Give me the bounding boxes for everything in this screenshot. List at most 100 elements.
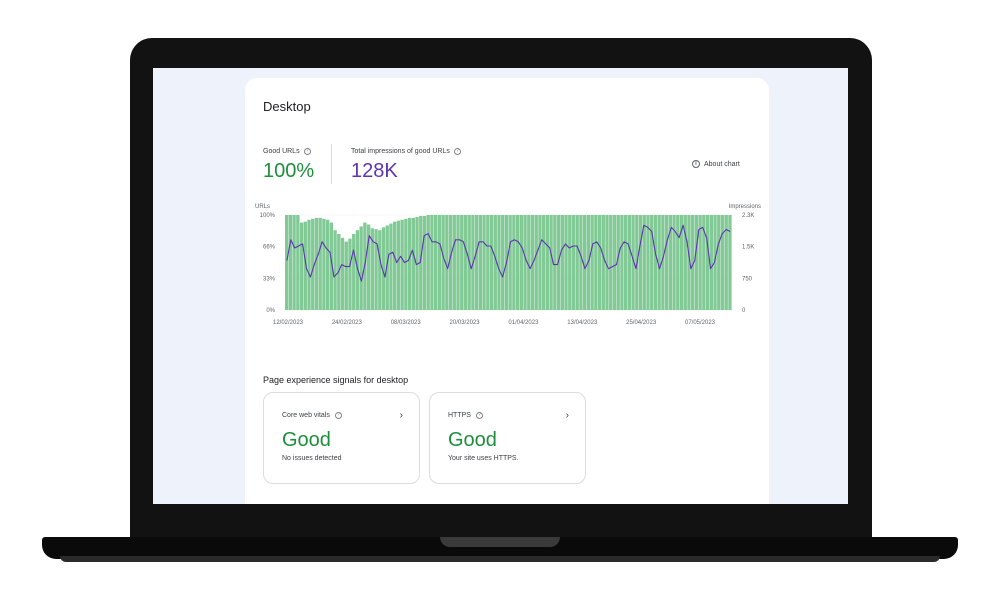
left-tick-label: 33% [263,276,276,282]
https-card[interactable]: HTTPS ? › Good Your site uses HTTPS. [429,392,586,484]
url-bar [463,215,468,310]
signal-status: Good [282,429,331,451]
url-bar [728,215,732,310]
url-bar [553,215,557,310]
help-icon[interactable]: ? [334,412,342,419]
url-bar [542,215,546,310]
info-icon: i [692,160,700,168]
laptop-notch [440,537,560,547]
url-bar [523,215,527,310]
url-bar [393,221,397,310]
url-bar [627,215,632,310]
url-bar [400,219,404,310]
url-bar [344,241,348,310]
laptop-base-shadow [60,556,940,562]
url-bar [340,237,345,310]
impressions-label-text: Total impressions of good URLs [351,148,450,155]
url-bar [437,215,442,310]
url-bar [452,215,456,310]
left-tick-label: 0% [266,308,275,314]
url-bar [478,215,483,310]
signal-card-header: HTTPS ? [448,412,483,419]
x-tick-label: 25/04/2023 [626,320,657,326]
url-bar [612,215,617,310]
url-bar [426,215,430,310]
url-bar [571,215,576,310]
core-web-vitals-card[interactable]: Core web vitals ? › Good No issues detec… [263,392,420,484]
url-bar [538,215,542,310]
url-bar [705,215,710,310]
url-bar [441,215,445,310]
url-bar [519,215,523,310]
url-bar [456,215,460,310]
about-chart-button[interactable]: i About chart [692,160,740,168]
signal-description: Your site uses HTTPS. [448,455,519,462]
url-bar [638,215,643,310]
url-bar [288,215,293,310]
x-tick-label: 07/05/2023 [685,320,716,326]
impressions-label: Total impressions of good URLs ? [351,148,461,155]
x-tick-label: 08/03/2023 [391,320,422,326]
left-tick-label: 100% [260,213,276,219]
laptop-mockup: Desktop Good URLs ? 100% Total impressio… [0,0,1000,600]
url-bar [430,215,434,310]
url-bar [512,215,516,310]
url-bar [489,215,494,310]
signal-status: Good [448,429,497,451]
laptop-screen: Desktop Good URLs ? 100% Total impressio… [153,68,848,504]
url-bar [676,215,680,310]
url-bar [564,215,568,310]
help-icon[interactable]: ? [475,412,483,419]
url-bar [285,215,289,310]
right-tick-label: 750 [742,276,753,282]
url-bar [609,215,613,310]
url-bar [620,215,624,310]
x-tick-label: 24/02/2023 [332,320,363,326]
url-bar [501,215,505,310]
url-bar [486,215,490,310]
report-card: Desktop Good URLs ? 100% Total impressio… [245,78,769,504]
good-urls-label: Good URLs ? [263,148,311,155]
url-bar [411,217,415,310]
metric-divider [331,144,332,184]
url-bar [534,215,538,310]
right-tick-label: 2.3K [742,213,754,219]
url-bar [434,215,438,310]
url-bar [422,215,427,310]
url-bar [296,215,300,310]
url-bar [549,215,553,310]
url-bar [590,215,594,310]
right-tick-label: 0 [742,308,746,314]
left-tick-label: 66% [263,245,276,251]
signal-card-header: Core web vitals ? [282,412,342,419]
urls-impressions-chart: URLs Impressions100%66%33%0%2.3K1.5K75001… [255,204,761,326]
url-bar [720,215,725,310]
x-tick-label: 20/03/2023 [450,320,481,326]
url-bar [374,229,378,310]
url-bar [545,215,550,310]
url-bar [601,215,605,310]
url-bar [325,219,330,310]
url-bar [292,215,296,310]
url-bar [460,215,464,310]
url-bar [307,219,311,310]
url-bar [359,226,363,310]
url-bar [404,218,408,310]
url-bar [407,217,412,310]
good-urls-value: 100% [263,160,315,182]
url-bar [664,215,669,310]
signals-section-title: Page experience signals for desktop [263,375,409,385]
signal-description: No issues detected [282,455,342,462]
url-bar [623,215,628,310]
url-bar [594,215,598,310]
help-icon[interactable]: ? [453,148,461,155]
url-bar [653,215,658,310]
url-bar [474,215,479,310]
url-bar [650,215,654,310]
chevron-right-icon: › [399,410,403,421]
url-bar [568,215,572,310]
url-bar [597,215,602,310]
help-icon[interactable]: ? [303,148,311,155]
x-tick-label: 12/02/2023 [273,320,304,326]
url-bar [515,215,520,310]
